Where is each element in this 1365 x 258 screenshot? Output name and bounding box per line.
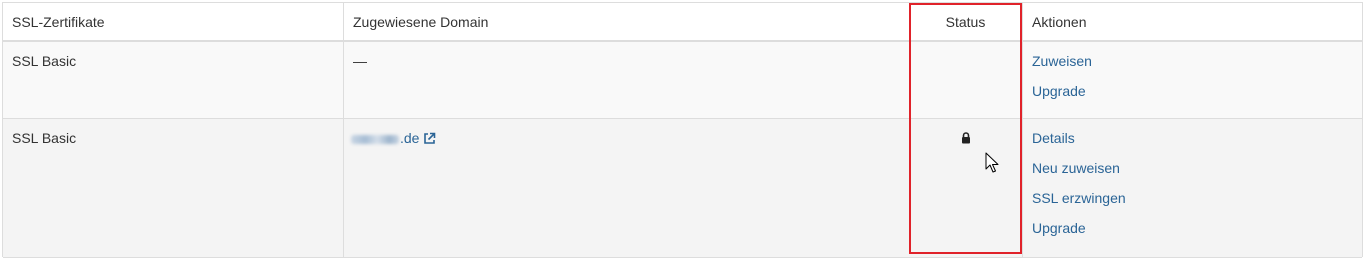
lock-icon [961,130,971,148]
actions-list: Details Neu zuweisen SSL erzwingen Upgra… [1032,129,1126,249]
domain-suffix: .de [400,130,420,146]
mouse-cursor-icon [985,152,999,177]
force-ssl-link[interactable]: SSL erzwingen [1032,190,1126,206]
actions-list: Zuweisen Upgrade [1032,52,1092,112]
table-header-row: SSL-Zertifikate Zugewiesene Domain Statu… [3,3,1362,42]
assigned-domain-empty: — [353,53,367,69]
external-link-icon[interactable] [423,131,436,149]
column-header-status: Status [945,14,986,30]
table-row: SSL Basic — Zuweisen Upgrade [3,42,1362,119]
column-divider [1022,3,1023,257]
upgrade-link[interactable]: Upgrade [1032,220,1086,236]
certificate-name: SSL Basic [12,130,77,146]
column-divider [343,3,344,257]
ssl-certificates-table: SSL-Zertifikate Zugewiesene Domain Statu… [2,2,1363,258]
domain-link[interactable]: .de [351,130,419,146]
reassign-link[interactable]: Neu zuweisen [1032,160,1120,176]
upgrade-link[interactable]: Upgrade [1032,83,1086,99]
assign-link[interactable]: Zuweisen [1032,53,1092,69]
redacted-domain-name [351,134,399,144]
column-header-certificate: SSL-Zertifikate [12,14,105,30]
column-header-actions: Aktionen [1032,14,1087,30]
certificate-name: SSL Basic [12,53,77,69]
assigned-domain: .de [351,129,436,149]
table-row: SSL Basic .de Details Neu zuweisen SSL e… [3,119,1362,258]
details-link[interactable]: Details [1032,130,1075,146]
column-header-domain: Zugewiesene Domain [353,14,489,30]
